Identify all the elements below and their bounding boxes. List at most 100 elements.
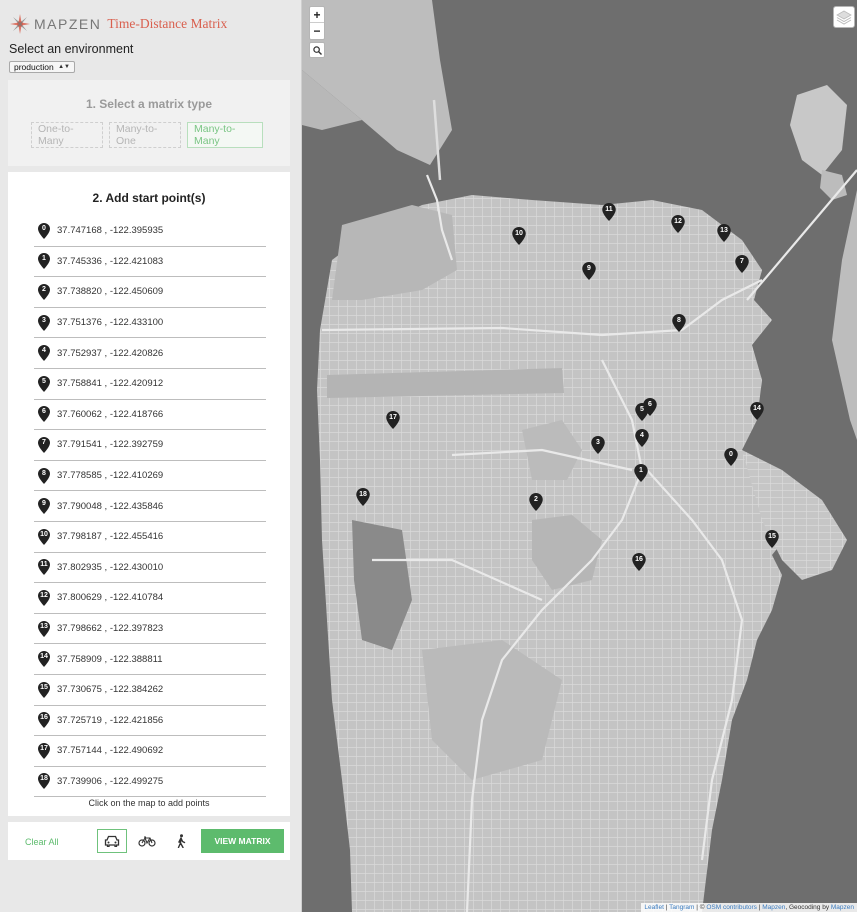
marker-pin-icon: 4 [38, 345, 50, 362]
matrix-type-panel: 1. Select a matrix type One-to-Many Many… [8, 80, 290, 166]
many-to-many-button[interactable]: Many-to-Many [187, 122, 263, 148]
points-list: 0 37.747168 , -122.395935 1 37.745336 , -12… [34, 216, 266, 798]
marker-number: 1 [639, 467, 643, 474]
point-coordinate: 37.790048 , -122.435846 [57, 500, 164, 512]
point-coordinate: 37.760062 , -122.418766 [57, 408, 164, 420]
marker-number: 14 [753, 405, 761, 412]
marker-number: 6 [42, 408, 46, 416]
point-coordinate: 37.745336 , -122.421083 [57, 255, 164, 267]
marker-number: 17 [389, 414, 397, 421]
point-coordinate: 37.752937 , -122.420826 [57, 347, 164, 359]
point-coordinate: 37.747168 , -122.395935 [57, 225, 164, 237]
marker-number: 8 [677, 317, 681, 324]
marker-number: 16 [40, 714, 48, 722]
marker-number: 17 [40, 744, 48, 752]
map-marker[interactable]: 0 [724, 448, 738, 466]
environment-select[interactable]: production ▲▼ [9, 61, 75, 73]
map-marker[interactable]: 12 [671, 215, 685, 233]
mapzen-link[interactable]: Mapzen [762, 904, 785, 911]
marker-pin-icon: 16 [38, 712, 50, 729]
point-coordinate: 37.798187 , -122.455416 [57, 531, 164, 543]
clear-all-link[interactable]: Clear All [25, 837, 59, 847]
map-marker[interactable]: 9 [582, 262, 596, 280]
matrix-type-options: One-to-Many Many-to-One Many-to-Many [31, 122, 263, 148]
marker-number: 13 [720, 227, 728, 234]
point-list-item[interactable]: 4 37.752937 , -122.420826 [34, 338, 266, 369]
marker-pin-icon: 12 [38, 589, 50, 606]
point-coordinate: 37.791541 , -122.392759 [57, 439, 164, 451]
view-matrix-button[interactable]: VIEW MATRIX [201, 829, 284, 853]
map-marker[interactable]: 14 [750, 402, 764, 420]
map-marker[interactable]: 4 [635, 429, 649, 447]
map-marker[interactable]: 7 [735, 255, 749, 273]
map-marker[interactable]: 8 [672, 314, 686, 332]
map-marker[interactable]: 10 [512, 227, 526, 245]
map-marker[interactable]: 3 [591, 436, 605, 454]
leaflet-link[interactable]: Leaflet [644, 904, 664, 911]
map-marker[interactable]: 2 [529, 493, 543, 511]
marker-number: 5 [42, 377, 46, 385]
point-list-item[interactable]: 7 37.791541 , -122.392759 [34, 430, 266, 461]
marker-number: 12 [40, 591, 48, 599]
point-coordinate: 37.751376 , -122.433100 [57, 317, 164, 329]
one-to-many-button[interactable]: One-to-Many [31, 122, 103, 148]
point-list-item[interactable]: 1 37.745336 , -122.421083 [34, 247, 266, 278]
point-list-item[interactable]: 5 37.758841 , -122.420912 [34, 369, 266, 400]
map-marker[interactable]: 15 [765, 530, 779, 548]
mapzen-geocoding-link[interactable]: Mapzen [831, 904, 854, 911]
map-marker[interactable]: 13 [717, 224, 731, 242]
marker-number: 4 [42, 347, 46, 355]
tangram-link[interactable]: Tangram [669, 904, 694, 911]
point-list-item[interactable]: 16 37.725719 , -122.421856 [34, 706, 266, 737]
point-list-item[interactable]: 18 37.739906 , -122.499275 [34, 767, 266, 798]
marker-number: 2 [534, 496, 538, 503]
point-list-item[interactable]: 3 37.751376 , -122.433100 [34, 308, 266, 339]
marker-number: 4 [640, 432, 644, 439]
marker-number: 6 [648, 401, 652, 408]
marker-pin-icon: 13 [38, 620, 50, 637]
car-mode-button[interactable] [97, 829, 127, 853]
brand[interactable]: MAPZEN Time-Distance Matrix [10, 14, 227, 34]
map-marker[interactable]: 6 [643, 398, 657, 416]
map[interactable]: + − 0 1 2 3 4 5 6 7 8 9 10 11 12 13 14 15 16 17 18 Leaflet… [302, 0, 857, 912]
map-search-button[interactable] [309, 42, 325, 58]
pedestrian-mode-button[interactable] [166, 829, 196, 853]
point-list-item[interactable]: 12 37.800629 , -122.410784 [34, 583, 266, 614]
many-to-one-button[interactable]: Many-to-One [109, 122, 181, 148]
map-marker[interactable]: 18 [356, 488, 370, 506]
map-marker[interactable]: 16 [632, 553, 646, 571]
point-list-item[interactable]: 14 37.758909 , -122.388811 [34, 644, 266, 675]
point-list-item[interactable]: 2 37.738820 , -122.450609 [34, 277, 266, 308]
point-list-item[interactable]: 10 37.798187 , -122.455416 [34, 522, 266, 553]
zoom-in-button[interactable]: + [310, 7, 324, 23]
point-coordinate: 37.802935 , -122.430010 [57, 561, 164, 573]
bicycle-mode-button[interactable] [132, 829, 162, 853]
pedestrian-icon [177, 834, 186, 848]
point-coordinate: 37.798662 , -122.397823 [57, 623, 164, 635]
marker-pin-icon: 9 [38, 498, 50, 515]
search-icon [312, 45, 322, 55]
marker-number: 2 [42, 285, 46, 293]
point-list-item[interactable]: 13 37.798662 , -122.397823 [34, 614, 266, 645]
bicycle-icon [138, 836, 156, 847]
point-list-item[interactable]: 11 37.802935 , -122.430010 [34, 553, 266, 584]
point-list-item[interactable]: 15 37.730675 , -122.384262 [34, 675, 266, 706]
map-marker[interactable]: 17 [386, 411, 400, 429]
point-list-item[interactable]: 17 37.757144 , -122.490692 [34, 736, 266, 767]
map-marker[interactable]: 1 [634, 464, 648, 482]
map-marker[interactable]: 11 [602, 203, 616, 221]
point-list-item[interactable]: 0 37.747168 , -122.395935 [34, 216, 266, 247]
point-coordinate: 37.725719 , -122.421856 [57, 714, 164, 726]
zoom-out-button[interactable]: − [310, 23, 324, 39]
marker-pin-icon: 17 [38, 742, 50, 759]
point-list-item[interactable]: 9 37.790048 , -122.435846 [34, 491, 266, 522]
marker-number: 3 [596, 439, 600, 446]
osm-link[interactable]: OSM contributors [706, 904, 757, 911]
point-list-item[interactable]: 6 37.760062 , -122.418766 [34, 400, 266, 431]
marker-pin-icon: 6 [38, 406, 50, 423]
point-list-item[interactable]: 8 37.778585 , -122.410269 [34, 461, 266, 492]
layers-button[interactable] [833, 6, 855, 28]
marker-pin-icon: 1 [38, 253, 50, 270]
app-title: Time-Distance Matrix [107, 16, 228, 31]
marker-number: 10 [40, 530, 48, 538]
